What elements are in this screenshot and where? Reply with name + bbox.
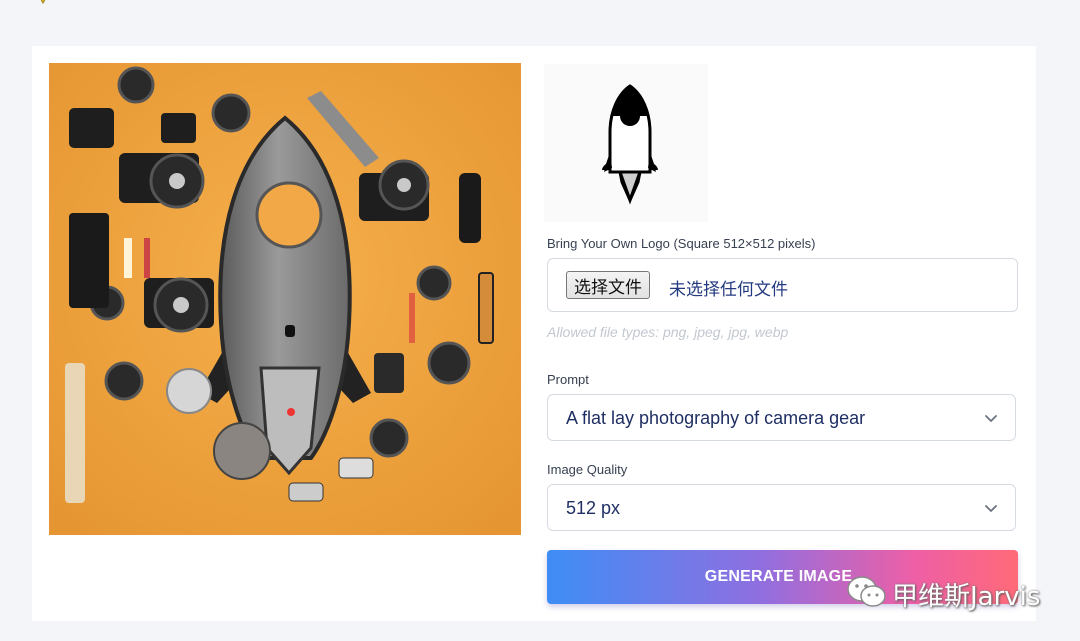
wechat-icon xyxy=(847,576,886,607)
prompt-select-value: A flat lay photography of camera gear xyxy=(566,408,866,428)
prompt-label: Prompt xyxy=(547,372,589,387)
watermark: 甲维斯Jarvis xyxy=(846,572,1046,612)
chevron-down-icon xyxy=(985,415,997,422)
prompt-select[interactable]: A flat lay photography of camera gear xyxy=(547,394,1016,441)
rocket-logo-icon xyxy=(602,84,658,205)
watermark-text: 甲维斯Jarvis xyxy=(892,582,1041,612)
generate-image-label: GENERATE IMAGE xyxy=(704,568,853,585)
image-quality-label: Image Quality xyxy=(547,462,628,477)
generated-image xyxy=(49,63,521,535)
file-status-text: 未选择任何文件 xyxy=(669,280,788,300)
image-quality-value: 512 px xyxy=(566,498,621,518)
logo-file-input[interactable]: 选择文件 未选择任何文件 xyxy=(547,258,1018,312)
logo-preview xyxy=(544,64,708,222)
choose-file-button[interactable]: 选择文件 xyxy=(566,271,650,299)
chevron-down-icon xyxy=(985,505,997,512)
corner-marker-icon xyxy=(40,0,46,4)
logo-upload-label: Bring Your Own Logo (Square 512×512 pixe… xyxy=(547,236,816,251)
file-types-hint: Allowed file types: png, jpeg, jpg, webp xyxy=(547,324,789,340)
image-quality-select[interactable]: 512 px xyxy=(547,484,1016,531)
